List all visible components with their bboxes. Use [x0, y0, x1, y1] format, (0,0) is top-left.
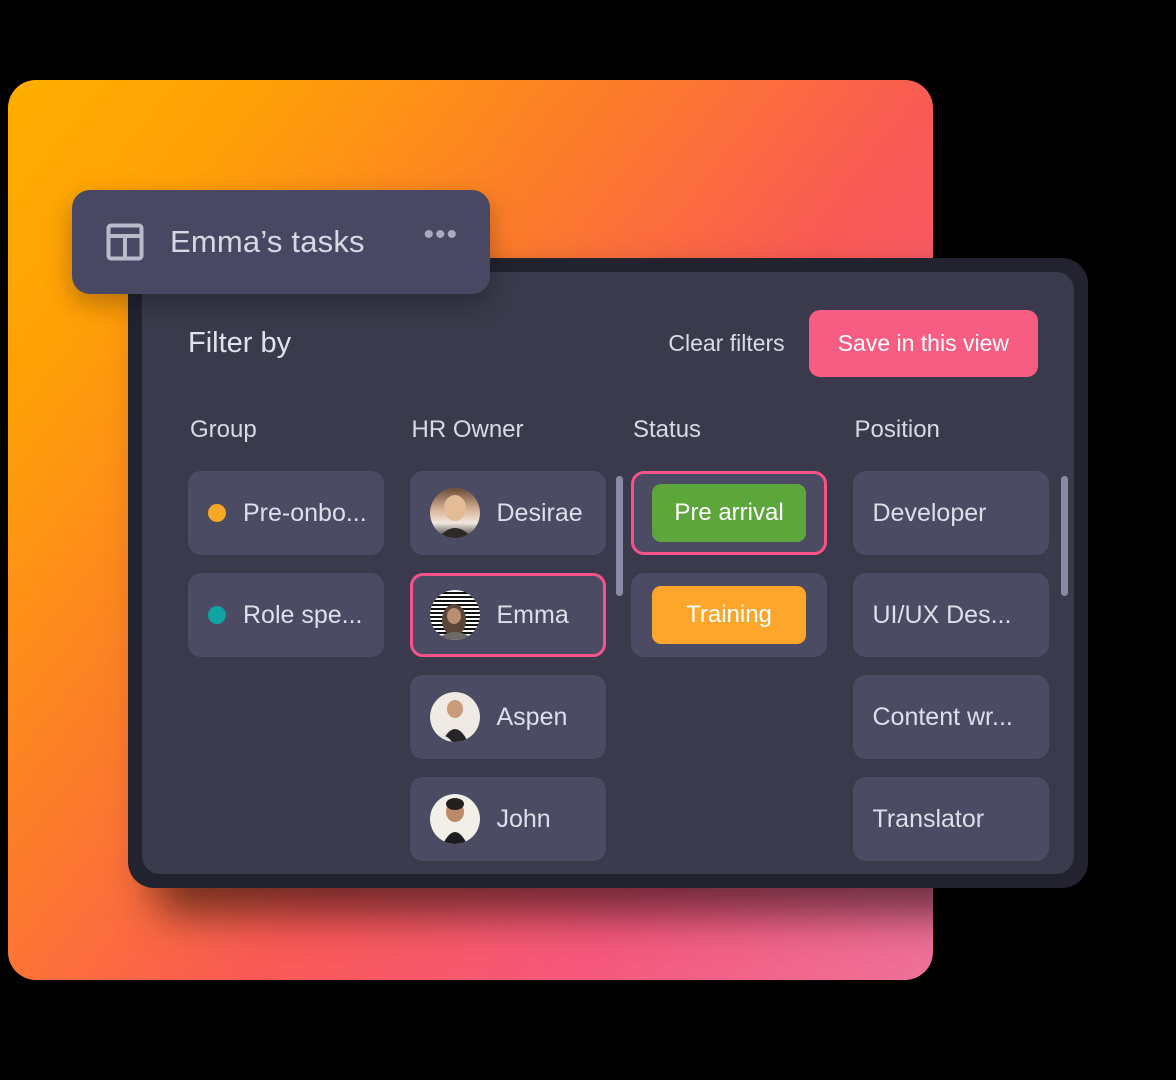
list-item-position-translator[interactable]: Translator [852, 777, 1049, 861]
list-item-status-pre-arrival[interactable]: Pre arrival [631, 471, 827, 555]
filter-panel-frame: Filter by Clear filters Save in this vie… [128, 258, 1088, 888]
column-title-group: Group [190, 416, 257, 443]
list-item-hr-owner-aspen[interactable]: Aspen [409, 675, 606, 759]
column-title-status: Status [633, 416, 702, 443]
list-item-label: Emma [496, 600, 569, 629]
list-item-label: John [496, 804, 551, 833]
list-item-label: Aspen [496, 702, 568, 731]
filter-column-status: Status Pre arrival Training [631, 416, 853, 874]
status-badge: Training [652, 586, 806, 644]
status-badge: Pre arrival [652, 484, 806, 542]
list-item-position-uiux-designer[interactable]: UI/UX Des... [852, 573, 1049, 657]
list-item-group-pre-onboarding[interactable]: Pre-onbo... [188, 471, 384, 555]
save-in-this-view-button[interactable]: Save in this view [808, 309, 1038, 377]
list-item-label: Pre-onbo... [243, 498, 367, 527]
list-item-label: Content wr... [872, 702, 1013, 731]
filter-column-position: Position Developer UI/UX Des... Content … [852, 416, 1075, 874]
list-item-group-role-specific[interactable]: Role spe... [188, 573, 384, 657]
clear-filters-button[interactable]: Clear filters [668, 330, 784, 357]
tab-emmas-tasks[interactable]: Emma’s tasks ••• [72, 190, 490, 294]
list-item-label: Translator [872, 804, 985, 833]
status-dot-orange [208, 504, 226, 522]
tab-title: Emma’s tasks [170, 224, 365, 259]
list-item-label: UI/UX Des... [872, 600, 1012, 629]
column-title-hr-owner: HR Owner [411, 416, 524, 443]
list-item-hr-owner-emma[interactable]: Emma [409, 573, 606, 657]
list-item-label: Developer [872, 498, 987, 527]
filter-panel-header: Filter by Clear filters Save in this vie… [188, 309, 1038, 377]
list-item-hr-owner-john[interactable]: John [409, 777, 606, 861]
column-title-position: Position [854, 416, 940, 443]
avatar [429, 692, 480, 742]
avatar [429, 590, 480, 640]
group-option-list: Pre-onbo... Role spe... [188, 471, 410, 657]
list-item-hr-owner-desirae[interactable]: Desirae [409, 471, 606, 555]
list-item-position-developer[interactable]: Developer [852, 471, 1049, 555]
position-option-list: Developer UI/UX Des... Content wr... Tra… [852, 471, 1075, 874]
hr-owner-scrollbar[interactable] [615, 476, 623, 596]
header-actions: Clear filters Save in this view [668, 309, 1038, 377]
filter-column-hr-owner: HR Owner Desirae Emma Aspen John [409, 416, 632, 874]
avatar [429, 794, 480, 844]
filter-column-group: Group Pre-onbo... Role spe... [188, 416, 410, 874]
page-title: Filter by [188, 326, 292, 359]
filter-panel: Filter by Clear filters Save in this vie… [142, 272, 1074, 874]
more-options-icon[interactable]: ••• [423, 220, 458, 256]
screenshot-stage: Filter by Clear filters Save in this vie… [0, 0, 1176, 1080]
avatar [429, 488, 480, 538]
status-option-list: Pre arrival Training [631, 471, 853, 657]
list-item-label: Role spe... [243, 600, 363, 629]
list-item-position-content-writer[interactable]: Content wr... [852, 675, 1049, 759]
list-item-status-training[interactable]: Training [631, 573, 827, 657]
position-scrollbar[interactable] [1060, 476, 1068, 596]
status-dot-teal [208, 606, 226, 624]
dashboard-layout-icon [106, 223, 144, 261]
filter-columns: Group Pre-onbo... Role spe... HR Owner D… [188, 416, 1074, 874]
list-item-label: Desirae [496, 498, 583, 527]
hr-owner-option-list: Desirae Emma Aspen John [409, 471, 632, 874]
